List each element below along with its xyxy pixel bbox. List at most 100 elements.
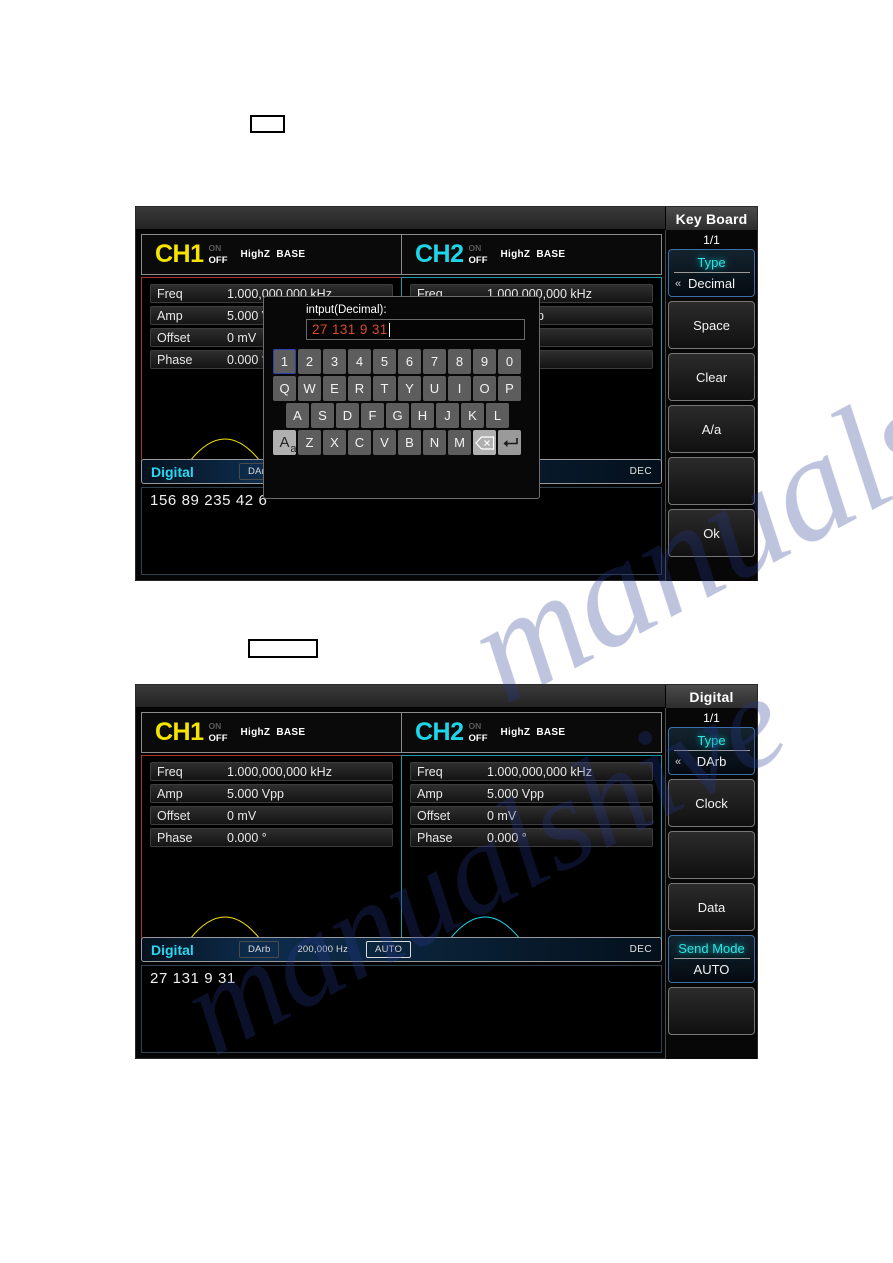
channel-header-ch2[interactable]: CH2 ON OFF HighZ BASE (401, 234, 662, 275)
key-i[interactable]: I (448, 376, 471, 401)
key-4[interactable]: 4 (348, 349, 371, 374)
param-row-amp-ch2-2[interactable]: Amp 5.000 Vpp (410, 784, 653, 803)
key-a[interactable]: A (286, 403, 309, 428)
key-1[interactable]: 1 (273, 349, 296, 374)
data-area-text-2: 27 131 9 31 (150, 970, 236, 987)
param-row-offset-ch1-2[interactable]: Offset 0 mV (150, 806, 393, 825)
param-row-phase-ch1-2[interactable]: Phase 0.000 ° (150, 828, 393, 847)
key-h[interactable]: H (411, 403, 434, 428)
softkey-clock[interactable]: Clock (668, 779, 755, 827)
waveform-preview-ch1-2 (189, 916, 261, 939)
channel-header-row-1: CH1 ON OFF HighZ BASE CH2 ON OFF HighZ B… (141, 234, 662, 275)
softkey-send-mode-value: AUTO (693, 962, 730, 977)
softkey-space[interactable]: Space (668, 301, 755, 349)
parameter-pane-ch1-2: Freq 1.000,000,000 kHz Amp 5.000 Vpp Off… (141, 755, 401, 940)
key-y[interactable]: Y (398, 376, 421, 401)
keyboard-input-field[interactable]: 27 131 9 31 (306, 319, 525, 340)
annotation-box-middle (248, 639, 318, 658)
channel-onoff-ch2-2[interactable]: ON OFF (469, 722, 488, 743)
key-c[interactable]: C (348, 430, 371, 455)
softkey-type-value-1: « Decimal (669, 276, 754, 291)
channel-off-label-ch1: OFF (208, 254, 228, 266)
softkey-space-label: Space (693, 317, 730, 333)
key-p[interactable]: P (498, 376, 521, 401)
key-x[interactable]: X (323, 430, 346, 455)
status-radix-2: DEC (629, 944, 652, 955)
key-t[interactable]: T (373, 376, 396, 401)
key-6[interactable]: 6 (398, 349, 421, 374)
key-k[interactable]: K (461, 403, 484, 428)
key-z[interactable]: Z (298, 430, 321, 455)
param-label-freq-s2: Freq (157, 764, 183, 779)
key-3[interactable]: 3 (323, 349, 346, 374)
shift-case-icon[interactable]: Aa (273, 430, 297, 455)
status-bar-2: Digital DArb 200,000 Hz AUTO DEC (141, 937, 662, 962)
softkey-ok[interactable]: Ok (668, 509, 755, 557)
key-d[interactable]: D (336, 403, 359, 428)
channel-on-label-ch2: ON (468, 243, 482, 253)
key-f[interactable]: F (361, 403, 384, 428)
softkey-clock-label: Clock (695, 795, 728, 811)
key-s[interactable]: S (311, 403, 334, 428)
key-v[interactable]: V (373, 430, 396, 455)
channel-header-ch1-2[interactable]: CH1 ON OFF HighZ BASE (141, 712, 401, 753)
key-n[interactable]: N (423, 430, 446, 455)
param-label-offset-s2: Offset (157, 808, 191, 823)
keyboard-rows: 1 2 3 4 5 6 7 8 9 0 Q W E R T Y U I O P … (272, 349, 531, 455)
softkey-type-label-2: Type (697, 733, 726, 748)
key-j[interactable]: J (436, 403, 459, 428)
key-2[interactable]: 2 (298, 349, 321, 374)
softkey-case-toggle[interactable]: A/a (668, 405, 755, 453)
param-row-phase-ch2-2[interactable]: Phase 0.000 ° (410, 828, 653, 847)
param-row-freq-ch1-2[interactable]: Freq 1.000,000,000 kHz (150, 762, 393, 781)
softkey-send-mode[interactable]: Send Mode AUTO (668, 935, 755, 983)
key-e[interactable]: E (323, 376, 346, 401)
channel-onoff-ch1[interactable]: ON OFF (209, 244, 228, 265)
key-o[interactable]: O (473, 376, 496, 401)
key-5[interactable]: 5 (373, 349, 396, 374)
menu-title-digital: Digital (665, 685, 757, 708)
softkey-type-1[interactable]: Type « Decimal (668, 249, 755, 297)
param-row-freq-ch2-2[interactable]: Freq 1.000,000,000 kHz (410, 762, 653, 781)
softkey-data[interactable]: Data (668, 883, 755, 931)
param-row-offset-ch2-2[interactable]: Offset 0 mV (410, 806, 653, 825)
channel-header-ch1[interactable]: CH1 ON OFF HighZ BASE (141, 234, 401, 275)
channel-basemode-ch2: BASE (536, 249, 566, 260)
key-7[interactable]: 7 (423, 349, 446, 374)
enter-icon[interactable] (498, 430, 521, 455)
annotation-box-top (250, 115, 285, 133)
key-l[interactable]: L (486, 403, 509, 428)
key-9[interactable]: 9 (473, 349, 496, 374)
shift-upper-label: A (279, 434, 290, 451)
text-caret (388, 322, 390, 337)
channel-onoff-ch1-2[interactable]: ON OFF (209, 722, 228, 743)
channel-name-ch1-2: CH1 (155, 718, 204, 746)
key-w[interactable]: W (298, 376, 321, 401)
key-g[interactable]: G (386, 403, 409, 428)
channel-name-ch2: CH2 (415, 240, 464, 268)
channel-on-label-ch1: ON (208, 243, 222, 253)
param-value-amp-ch2-2: 5.000 Vpp (487, 786, 544, 801)
key-b[interactable]: B (398, 430, 421, 455)
softkey-blank-2[interactable] (668, 831, 755, 879)
key-r[interactable]: R (348, 376, 371, 401)
data-area-2[interactable]: 27 131 9 31 (141, 965, 662, 1053)
key-8[interactable]: 8 (448, 349, 471, 374)
softkey-blank-1[interactable] (668, 457, 755, 505)
channel-onoff-ch2[interactable]: ON OFF (469, 244, 488, 265)
softkey-clear[interactable]: Clear (668, 353, 755, 401)
data-area-1[interactable]: 156 89 235 42 6 (141, 487, 662, 575)
backspace-icon[interactable] (473, 430, 496, 455)
softkey-blank-3[interactable] (668, 987, 755, 1035)
keyboard-row-asdf: A S D F G H J K L (273, 403, 530, 428)
key-u[interactable]: U (423, 376, 446, 401)
status-radix-1: DEC (629, 466, 652, 477)
param-row-amp-ch1-2[interactable]: Amp 5.000 Vpp (150, 784, 393, 803)
param-value-phase-ch1-2: 0.000 ° (227, 830, 267, 845)
key-q[interactable]: Q (273, 376, 296, 401)
key-0[interactable]: 0 (498, 349, 521, 374)
channel-header-ch2-2[interactable]: CH2 ON OFF HighZ BASE (401, 712, 662, 753)
key-m[interactable]: M (448, 430, 471, 455)
softkey-type-2[interactable]: Type « DArb (668, 727, 755, 775)
softkey-type-value-text-1: Decimal (688, 276, 735, 291)
